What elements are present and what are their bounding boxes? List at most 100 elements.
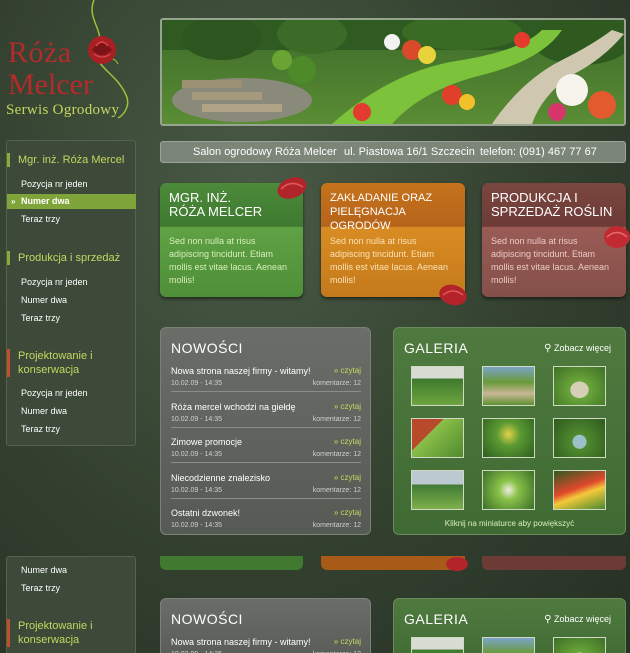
gallery-panel-repeat: GALERIA ⚲ Zobacz więcej: [393, 598, 626, 653]
news-date: 10.02.09 - 14:35: [171, 522, 222, 529]
news-date: 10.02.09 - 14:35: [171, 451, 222, 458]
sidebar-item-numer-dwa[interactable]: Numer dwa: [21, 406, 67, 416]
news-item[interactable]: Ostatni dzwonek! » czytaj 10.02.09 - 14:…: [171, 508, 361, 529]
news-comments[interactable]: komentarze: 12: [313, 380, 361, 387]
gallery-title: GALERIA: [404, 340, 469, 356]
read-more-link[interactable]: » czytaj: [334, 637, 361, 646]
see-more-link[interactable]: ⚲ Zobacz więcej: [544, 614, 611, 625]
gallery-thumbnail[interactable]: [411, 637, 464, 653]
read-more-link[interactable]: » czytaj: [334, 437, 361, 446]
sidebar-item-teraz-trzy[interactable]: Teraz trzy: [21, 214, 60, 224]
logo[interactable]: Róża Melcer Serwis Ogrodowy: [6, 0, 146, 120]
news-item[interactable]: Niecodzienne znalezisko » czytaj 10.02.0…: [171, 473, 361, 499]
sidebar-item-teraz-trzy[interactable]: Teraz trzy: [21, 424, 60, 434]
news-item[interactable]: Róża mercel wchodzi na giełdę » czytaj 1…: [171, 402, 361, 428]
news-comments[interactable]: komentarze: 12: [313, 487, 361, 494]
contact-info-bar: Salon ogrodowy Róża Melcer ul. Piastowa …: [160, 141, 626, 163]
gallery-thumbnail[interactable]: [482, 637, 535, 653]
see-more-link[interactable]: ⚲ Zobacz więcej: [544, 343, 611, 354]
gallery-thumbnail[interactable]: [553, 637, 606, 653]
news-item-title[interactable]: Nowa strona naszej firmy - witamy!: [171, 637, 361, 647]
gallery-panel: GALERIA ⚲ Zobacz więcej Kliknij na minia…: [393, 327, 626, 535]
news-item-title[interactable]: Róża mercel wchodzi na giełdę: [171, 402, 361, 412]
arrow-icon: »: [11, 197, 16, 206]
news-date: 10.02.09 - 14:35: [171, 487, 222, 494]
sidebar-nav: Mgr. inż. Róża Mercel Pozycja nr jeden »…: [6, 140, 136, 446]
card-body: Sed non nulla at risus adipiscing tincid…: [491, 236, 610, 285]
news-item-title[interactable]: Nowa strona naszej firmy - witamy!: [171, 366, 361, 376]
see-more-label: Zobacz więcej: [553, 614, 611, 624]
card-plant-sales[interactable]: PRODUKCJA I SPRZEDAŻ ROŚLIN Sed non nulla…: [482, 183, 630, 297]
rose-petal-icon: [277, 177, 307, 199]
gallery-thumbnail[interactable]: [553, 470, 606, 510]
news-comments[interactable]: komentarze: 12: [313, 416, 361, 423]
sidebar-item-teraz-trzy[interactable]: Teraz trzy: [21, 583, 60, 593]
gallery-thumbnail[interactable]: [553, 418, 606, 458]
card-title: PRODUKCJA I SPRZEDAŻ ROŚLIN: [491, 190, 613, 219]
news-item-title[interactable]: Niecodzienne znalezisko: [171, 473, 361, 483]
sidebar-section-production[interactable]: Produkcja i sprzedaż: [7, 251, 120, 265]
news-panel: NOWOŚCI Nowa strona naszej firmy - witam…: [160, 327, 371, 535]
sidebar-item-teraz-trzy[interactable]: Teraz trzy: [21, 313, 60, 323]
gallery-thumbnail[interactable]: [411, 366, 464, 406]
news-item[interactable]: Nowa strona naszej firmy - witamy! » czy…: [171, 366, 361, 392]
search-icon: ⚲: [544, 614, 552, 625]
gallery-hint: Kliknij na miniaturce aby powiększyć: [444, 519, 575, 528]
news-panel-repeat: NOWOŚCI Nowa strona naszej firmy - witam…: [160, 598, 371, 653]
sidebar-item-numer-dwa[interactable]: Numer dwa: [21, 295, 67, 305]
sidebar-item-pozycja-jeden[interactable]: Pozycja nr jeden: [21, 388, 88, 398]
divider: [171, 391, 361, 392]
see-more-label: Zobacz więcej: [553, 343, 611, 353]
card-body: Sed non nulla at risus adipiscing tincid…: [169, 236, 288, 285]
logo-tagline: Serwis Ogrodowy: [6, 102, 120, 118]
rose-icon: [88, 36, 116, 64]
divider: [171, 498, 361, 499]
read-more-link[interactable]: » czytaj: [334, 508, 361, 517]
gallery-thumbnail[interactable]: [411, 470, 464, 510]
rose-petal-icon: [446, 557, 468, 571]
news-item[interactable]: Nowa strona naszej firmy - witamy! » czy…: [171, 637, 361, 653]
gallery-thumbnail[interactable]: [482, 366, 535, 406]
card-bottom-edge: [482, 556, 626, 570]
sidebar-nav-repeat: Numer dwa Teraz trzy Projektowanie i kon…: [6, 556, 136, 653]
logo-line1: Róża: [8, 36, 72, 69]
sidebar-item-pozycja-jeden[interactable]: Pozycja nr jeden: [21, 277, 88, 287]
read-more-link[interactable]: » czytaj: [334, 473, 361, 482]
read-more-link[interactable]: » czytaj: [334, 402, 361, 411]
read-more-link[interactable]: » czytaj: [334, 366, 361, 375]
logo-line2: Melcer: [8, 68, 93, 101]
news-comments[interactable]: komentarze: 12: [313, 451, 361, 458]
rose-petal-icon: [604, 226, 630, 248]
news-item-title[interactable]: Zimowe promocje: [171, 437, 361, 447]
news-comments[interactable]: komentarze: 12: [313, 522, 361, 529]
salon-name: Salon ogrodowy Róża Melcer: [193, 146, 337, 158]
card-owner[interactable]: MGR. INŻ. RÓŻA MELCER Sed non nulla at ri…: [160, 177, 307, 297]
sidebar-item-numer-dwa[interactable]: Numer dwa: [21, 565, 67, 575]
divider: [171, 462, 361, 463]
sidebar-section-design[interactable]: Projektowanie i konserwacja: [7, 349, 93, 377]
section-title-line2: konserwacja: [18, 364, 80, 376]
news-title: NOWOŚCI: [171, 611, 243, 627]
gallery-thumbnail[interactable]: [482, 470, 535, 510]
card-body: Sed non nulla at risus adipiscing tincid…: [330, 236, 449, 285]
news-item[interactable]: Zimowe promocje » czytaj 10.02.09 - 14:3…: [171, 437, 361, 463]
sidebar-item-numer-dwa-active[interactable]: » Numer dwa: [7, 194, 136, 209]
gallery-thumbnail[interactable]: [411, 418, 464, 458]
divider: [171, 427, 361, 428]
sidebar-section-design[interactable]: Projektowanie i konserwacja: [7, 619, 93, 647]
sidebar-section-owner[interactable]: Mgr. inż. Róża Mercel: [7, 153, 124, 167]
gallery-title: GALERIA: [404, 611, 469, 627]
section-title-line1: Projektowanie i: [18, 620, 93, 632]
card-garden-care[interactable]: ZAKŁADANIE ORAZ PIELĘGNACJA OGRODÓW Sed n…: [321, 183, 467, 306]
news-item-title[interactable]: Ostatni dzwonek!: [171, 508, 361, 518]
card-title: MGR. INŻ. RÓŻA MELCER: [169, 190, 263, 219]
gallery-thumbnail[interactable]: [482, 418, 535, 458]
sidebar-item-pozycja-jeden[interactable]: Pozycja nr jeden: [21, 179, 88, 189]
card-bottom-edge: [160, 556, 303, 570]
sidebar-item-label: Numer dwa: [21, 196, 70, 206]
news-date: 10.02.09 - 14:35: [171, 416, 222, 423]
gallery-thumbnail[interactable]: [553, 366, 606, 406]
header-banner-garden-image: [160, 18, 626, 126]
section-title-line2: konserwacja: [18, 634, 80, 646]
news-date: 10.02.09 - 14:35: [171, 380, 222, 387]
